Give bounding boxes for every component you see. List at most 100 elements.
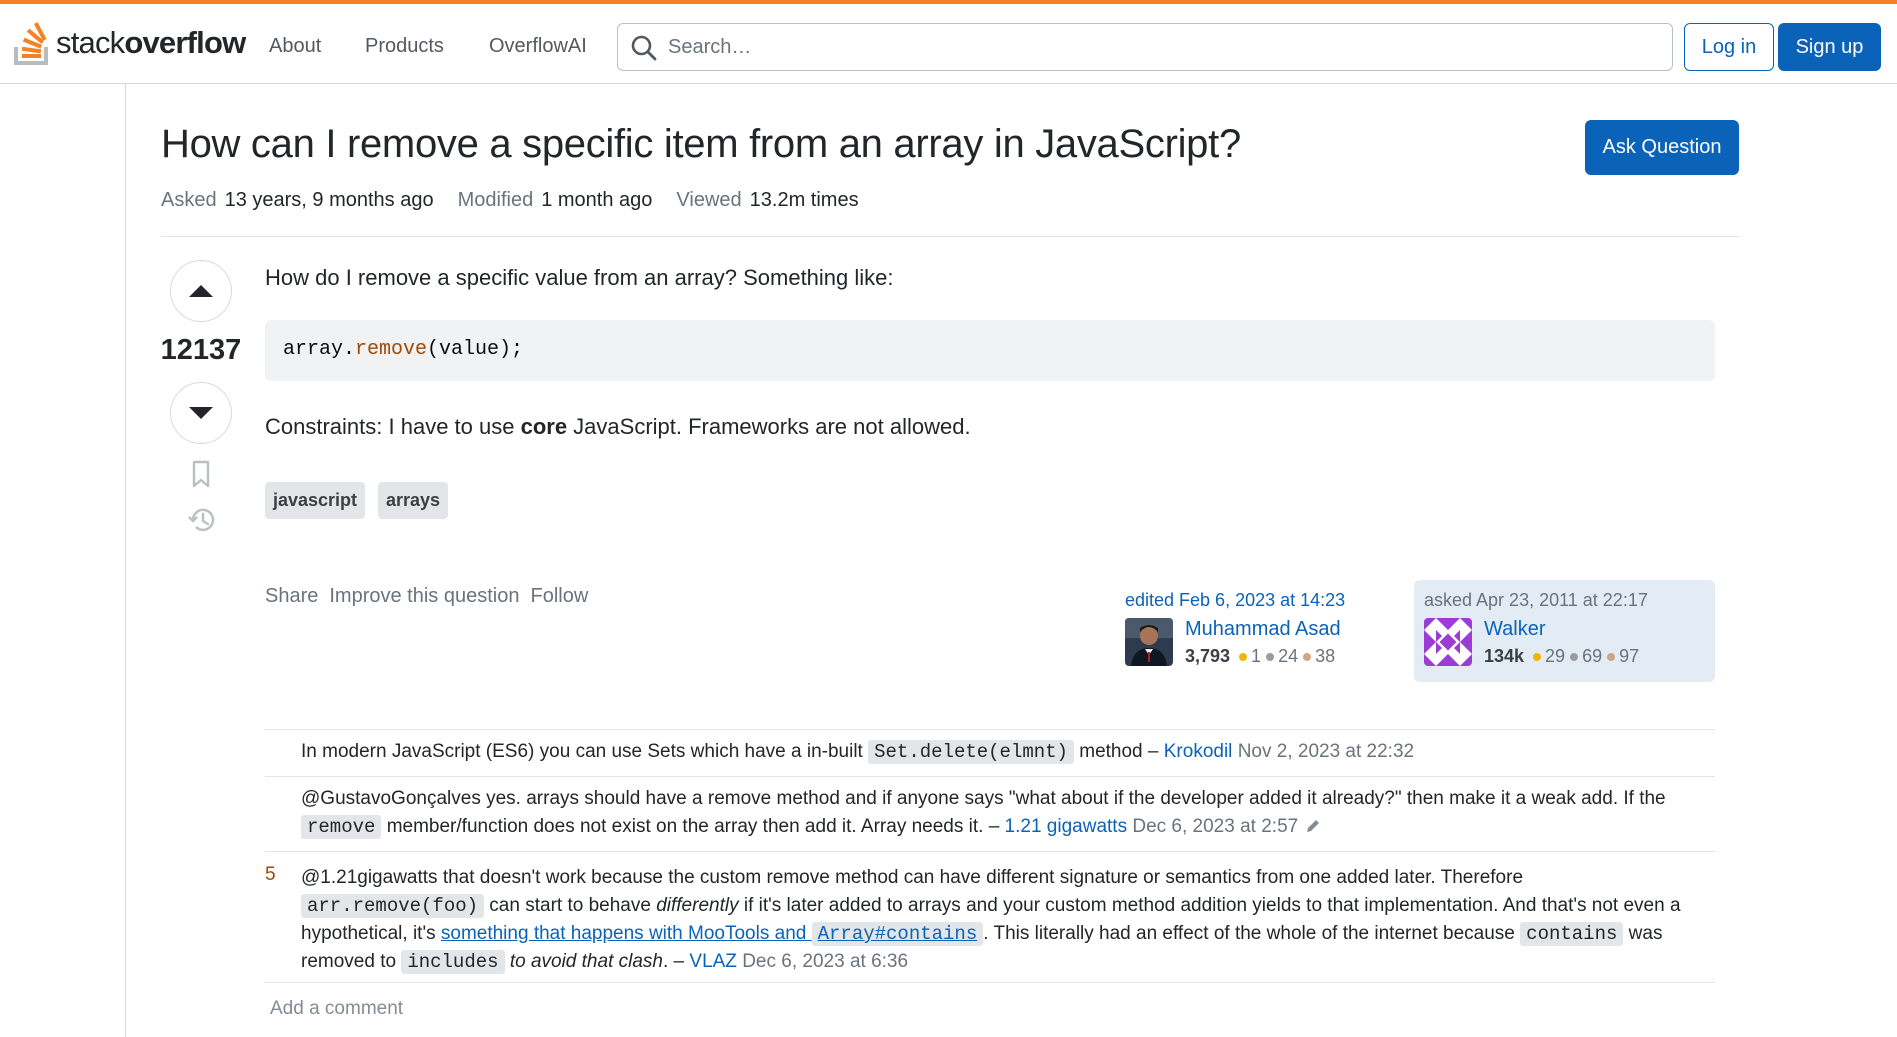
- asked-label: Asked: [161, 189, 217, 211]
- owner-name[interactable]: Walker: [1484, 618, 1545, 641]
- editor-avatar[interactable]: [1125, 618, 1173, 666]
- comment-divider: [265, 851, 1715, 852]
- downvote-button[interactable]: [170, 382, 232, 444]
- comment-2-code: remove: [301, 815, 382, 839]
- silver-badge-icon: [1570, 652, 1579, 661]
- ask-question-button[interactable]: Ask Question: [1585, 120, 1739, 175]
- edited-time-link[interactable]: edited Feb 6, 2023 at 14:23: [1125, 590, 1345, 611]
- comment-2-text-2: member/function does not exist on the ar…: [381, 816, 1005, 837]
- downvote-arrow-icon: [189, 407, 213, 419]
- gold-badge-icon: [1239, 652, 1248, 661]
- constraints-text-after: JavaScript. Frameworks are not allowed.: [567, 414, 971, 439]
- search-input[interactable]: [666, 26, 1646, 68]
- left-sidebar-border: [125, 84, 126, 1037]
- mootools-link-code: Array#contains: [811, 922, 984, 946]
- code-block: array.remove(value);: [265, 320, 1715, 381]
- login-button[interactable]: Log in: [1684, 23, 1774, 71]
- comment-divider: [265, 729, 1715, 730]
- comment-1-user[interactable]: Krokodil: [1164, 741, 1233, 762]
- logo-wordmark: stackoverflow: [56, 25, 246, 61]
- constraints-text-before: Constraints: I have to use: [265, 414, 521, 439]
- upvote-button[interactable]: [170, 260, 232, 322]
- viewed-value: 13.2m times: [749, 189, 859, 211]
- question-constraints: Constraints: I have to use core JavaScri…: [265, 414, 971, 440]
- comment-3-code: arr.remove(foo): [301, 894, 485, 918]
- comment-3-text-4: . This literally had an effect of the wh…: [983, 923, 1521, 944]
- search-icon: [631, 35, 657, 61]
- modified-label: Modified: [457, 189, 534, 211]
- comment-3-user[interactable]: VLAZ: [689, 951, 737, 972]
- stack-logo-icon: [14, 22, 48, 65]
- mootools-link-text: something that happens with MooTools and: [440, 923, 812, 944]
- code-function: remove: [355, 338, 428, 361]
- nav-products[interactable]: Products: [365, 35, 444, 58]
- owner-avatar[interactable]: [1424, 618, 1472, 666]
- vote-count: 12137: [160, 334, 242, 366]
- editor-bronze-count: 38: [1315, 646, 1336, 666]
- improve-question-link[interactable]: Improve this question: [329, 585, 519, 608]
- silver-badge-icon: [1266, 652, 1275, 661]
- comment-1: In modern JavaScript (ES6) you can use S…: [301, 738, 1711, 766]
- comment-3-emphasis: differently: [656, 895, 739, 916]
- question-title[interactable]: How can I remove a specific item from an…: [161, 122, 1241, 167]
- mootools-link[interactable]: something that happens with MooTools and…: [440, 922, 984, 946]
- owner-card: asked Apr 23, 2011 at 22:17 Walker 134k 2…: [1414, 580, 1715, 682]
- gold-badge-icon: [1533, 652, 1542, 661]
- editor-avatar-image: [1125, 618, 1173, 666]
- header-divider: [161, 236, 1739, 237]
- comment-3-text-2: can start to behave: [484, 895, 657, 916]
- history-icon[interactable]: [187, 505, 217, 535]
- editor-name[interactable]: Muhammad Asad: [1185, 618, 1341, 641]
- signup-button[interactable]: Sign up: [1778, 23, 1881, 71]
- pencil-icon: [1307, 820, 1320, 832]
- comment-3-code-2: contains: [1520, 922, 1624, 946]
- bookmark-icon[interactable]: [187, 459, 215, 489]
- share-link[interactable]: Share: [265, 585, 318, 608]
- comment-divider: [265, 776, 1715, 777]
- comment-divider: [265, 982, 1715, 983]
- comment-3-date[interactable]: Dec 6, 2023 at 6:36: [742, 951, 908, 972]
- search-box[interactable]: [617, 23, 1673, 71]
- modified-value[interactable]: 1 month ago: [541, 189, 652, 212]
- owner-reputation: 134k 29 69 97: [1484, 646, 1639, 667]
- add-comment-link[interactable]: Add a comment: [270, 998, 403, 1020]
- asked-time: asked Apr 23, 2011 at 22:17: [1424, 590, 1648, 610]
- logo-wordmark-overflow: overflow: [124, 25, 246, 60]
- constraints-bold: core: [520, 414, 568, 439]
- owner-rep-score: 134k: [1484, 646, 1525, 666]
- comment-1-text-2: method –: [1073, 741, 1164, 762]
- code-object: array.: [283, 338, 356, 361]
- comment-3-score: 5: [265, 864, 276, 885]
- owner-silver-count: 69: [1582, 646, 1603, 666]
- nav-overflowai[interactable]: OverflowAI: [489, 35, 587, 58]
- owner-avatar-identicon: [1424, 618, 1472, 666]
- bronze-badge-icon: [1303, 652, 1312, 661]
- editor-gold-count: 1: [1251, 646, 1262, 666]
- editor-rep-score: 3,793: [1185, 646, 1231, 666]
- comment-3-text-6: . –: [662, 951, 690, 972]
- bronze-badge-icon: [1607, 652, 1616, 661]
- comment-2-text: @GustavoGonçalves yes. arrays should hav…: [301, 788, 1666, 809]
- question-body-intro: How do I remove a specific value from an…: [265, 265, 894, 290]
- tag-javascript[interactable]: javascript: [265, 482, 366, 519]
- stackoverflow-logo[interactable]: stackoverflow: [14, 18, 246, 68]
- comment-3-code-3: includes: [401, 950, 505, 974]
- comment-3-emphasis-2: to avoid that clash: [509, 951, 663, 972]
- post-actions: Share Improve this question Follow: [265, 585, 588, 608]
- owner-gold-count: 29: [1545, 646, 1566, 666]
- comment-2-user[interactable]: 1.21 gigawatts: [1005, 816, 1128, 837]
- comment-2-date[interactable]: Dec 6, 2023 at 2:57: [1132, 816, 1298, 837]
- code-args: (value);: [427, 338, 524, 361]
- comment-1-date[interactable]: Nov 2, 2023 at 22:32: [1238, 741, 1414, 762]
- comment-2: @GustavoGonçalves yes. arrays should hav…: [301, 785, 1711, 841]
- nav-about[interactable]: About: [269, 35, 321, 58]
- tag-arrays[interactable]: arrays: [378, 482, 449, 519]
- comment-3: @1.21gigawatts that doesn't work because…: [301, 864, 1711, 976]
- follow-link[interactable]: Follow: [530, 585, 588, 608]
- comment-1-code: Set.delete(elmnt): [868, 740, 1074, 764]
- editor-card: edited Feb 6, 2023 at 14:23 Muhammad Asa…: [1115, 580, 1365, 682]
- upvote-arrow-icon: [189, 285, 213, 297]
- comment-1-text: In modern JavaScript (ES6) you can use S…: [301, 741, 869, 762]
- question-meta: Asked 13 years, 9 months ago Modified 1 …: [161, 189, 883, 212]
- editor-silver-count: 24: [1278, 646, 1299, 666]
